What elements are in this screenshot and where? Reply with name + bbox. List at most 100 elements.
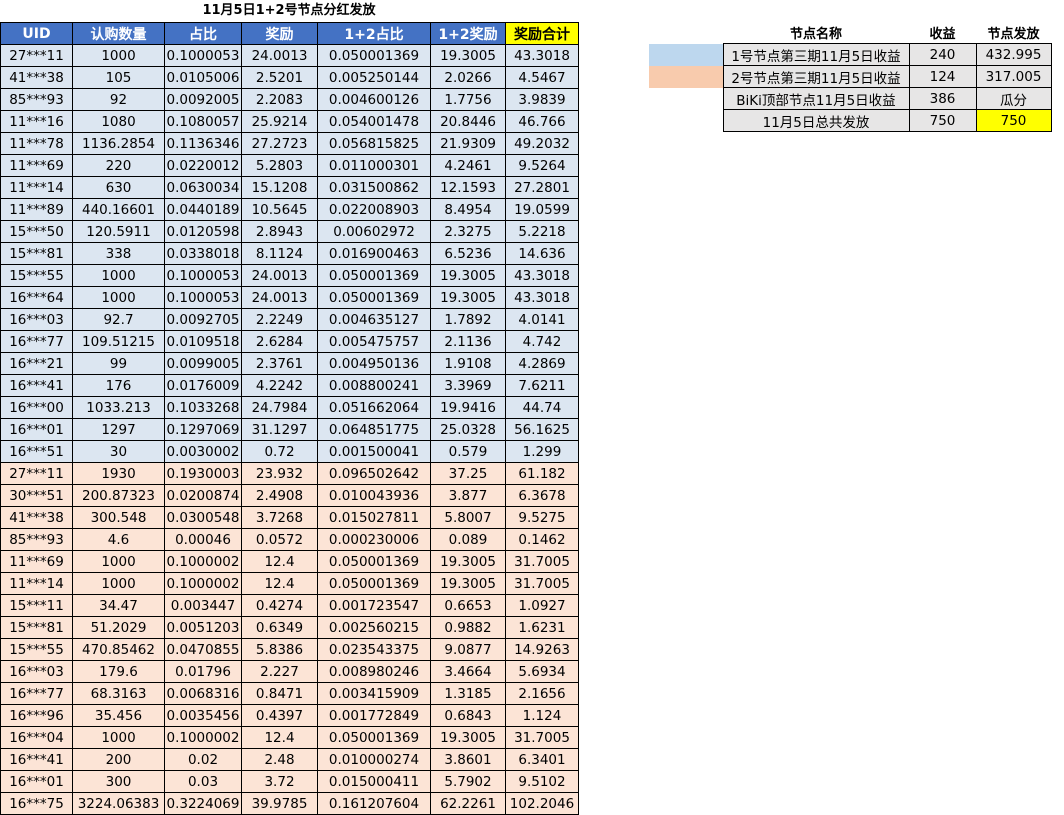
cell-ratio[interactable]: 0.0030002 — [164, 440, 242, 463]
cell-uid[interactable]: 16***01 — [0, 418, 73, 441]
cell-uid[interactable]: 15***55 — [0, 264, 73, 287]
cell-reward[interactable]: 2.227 — [241, 660, 318, 683]
cell-combined-ratio[interactable]: 0.004950136 — [317, 352, 431, 375]
cell-reward[interactable]: 24.0013 — [241, 44, 318, 67]
cell-reward[interactable]: 25.9214 — [241, 110, 318, 133]
cell-reward-total[interactable]: 31.7005 — [505, 572, 579, 595]
cell-combined-reward[interactable]: 1.9108 — [430, 352, 506, 375]
cell-uid[interactable]: 11***14 — [0, 176, 73, 199]
cell-reward-total[interactable]: 9.5264 — [505, 154, 579, 177]
cell-reward-total[interactable]: 102.2046 — [505, 792, 579, 815]
cell-amount[interactable]: 176 — [72, 374, 165, 397]
cell-combined-reward[interactable]: 2.3275 — [430, 220, 506, 243]
cell-reward[interactable]: 12.4 — [241, 550, 318, 573]
cell-ratio[interactable]: 0.0092005 — [164, 88, 242, 111]
cell-amount[interactable]: 3224.06383 — [72, 792, 165, 815]
cell-reward[interactable]: 2.6284 — [241, 330, 318, 353]
cell-reward-total[interactable]: 56.1625 — [505, 418, 579, 441]
cell-combined-reward[interactable]: 21.9309 — [430, 132, 506, 155]
cell-reward[interactable]: 12.4 — [241, 572, 318, 595]
cell-combined-reward[interactable]: 5.7902 — [430, 770, 506, 793]
cell-ratio[interactable]: 0.1000053 — [164, 286, 242, 309]
cell-uid[interactable]: 11***69 — [0, 154, 73, 177]
cell-uid[interactable]: 16***96 — [0, 704, 73, 727]
cell-reward[interactable]: 0.4274 — [241, 594, 318, 617]
cell-amount[interactable]: 30 — [72, 440, 165, 463]
cell-combined-reward[interactable]: 3.8601 — [430, 748, 506, 771]
cell-combined-reward[interactable]: 62.2261 — [430, 792, 506, 815]
cell-ratio[interactable]: 0.3224069 — [164, 792, 242, 815]
summary-cell-name[interactable]: 1号节点第三期11月5日收益 — [722, 43, 910, 66]
cell-combined-reward[interactable]: 20.8446 — [430, 110, 506, 133]
summary-cell-income[interactable]: 240 — [908, 43, 977, 66]
cell-combined-reward[interactable]: 0.6843 — [430, 704, 506, 727]
cell-amount[interactable]: 1000 — [72, 726, 165, 749]
cell-combined-ratio[interactable]: 0.064851775 — [317, 418, 431, 441]
cell-reward[interactable]: 4.2242 — [241, 374, 318, 397]
cell-ratio[interactable]: 0.1000002 — [164, 550, 242, 573]
cell-combined-ratio[interactable]: 0.001772849 — [317, 704, 431, 727]
cell-combined-reward[interactable]: 19.3005 — [430, 44, 506, 67]
cell-amount[interactable]: 1136.2854 — [72, 132, 165, 155]
cell-combined-ratio[interactable]: 0.050001369 — [317, 550, 431, 573]
cell-amount[interactable]: 92 — [72, 88, 165, 111]
summary-cell-income[interactable]: 386 — [908, 87, 977, 110]
cell-ratio[interactable]: 0.01796 — [164, 660, 242, 683]
cell-combined-reward[interactable]: 2.0266 — [430, 66, 506, 89]
cell-reward-total[interactable]: 46.766 — [505, 110, 579, 133]
cell-combined-reward[interactable]: 4.2461 — [430, 154, 506, 177]
cell-amount[interactable]: 1930 — [72, 462, 165, 485]
cell-reward[interactable]: 31.1297 — [241, 418, 318, 441]
cell-combined-ratio[interactable]: 0.050001369 — [317, 726, 431, 749]
cell-combined-reward[interactable]: 19.3005 — [430, 264, 506, 287]
cell-combined-ratio[interactable]: 0.010043936 — [317, 484, 431, 507]
cell-uid[interactable]: 16***77 — [0, 330, 73, 353]
summary-cell-income[interactable]: 124 — [908, 65, 977, 88]
cell-uid[interactable]: 85***93 — [0, 88, 73, 111]
cell-combined-reward[interactable]: 25.0328 — [430, 418, 506, 441]
cell-reward[interactable]: 0.8471 — [241, 682, 318, 705]
cell-reward-total[interactable]: 14.9263 — [505, 638, 579, 661]
cell-amount[interactable]: 105 — [72, 66, 165, 89]
cell-reward-total[interactable]: 4.2869 — [505, 352, 579, 375]
cell-ratio[interactable]: 0.0440189 — [164, 198, 242, 221]
cell-amount[interactable]: 109.51215 — [72, 330, 165, 353]
cell-uid[interactable]: 16***77 — [0, 682, 73, 705]
cell-uid[interactable]: 16***64 — [0, 286, 73, 309]
column-header-ratio[interactable]: 占比 — [164, 22, 242, 45]
cell-combined-reward[interactable]: 8.4954 — [430, 198, 506, 221]
summary-cell-payout[interactable]: 432.995 — [975, 43, 1052, 66]
cell-amount[interactable]: 338 — [72, 242, 165, 265]
cell-ratio[interactable]: 0.0176009 — [164, 374, 242, 397]
cell-reward[interactable]: 10.5645 — [241, 198, 318, 221]
column-header-amount[interactable]: 认购数量 — [72, 22, 165, 45]
cell-uid[interactable]: 16***04 — [0, 726, 73, 749]
cell-combined-reward[interactable]: 1.7892 — [430, 308, 506, 331]
cell-reward[interactable]: 24.7984 — [241, 396, 318, 419]
cell-reward[interactable]: 3.7268 — [241, 506, 318, 529]
cell-combined-ratio[interactable]: 0.015000411 — [317, 770, 431, 793]
cell-combined-reward[interactable]: 37.25 — [430, 462, 506, 485]
summary-cell-name[interactable]: BiKi顶部节点11月5日收益 — [722, 87, 910, 110]
cell-reward-total[interactable]: 27.2801 — [505, 176, 579, 199]
cell-uid[interactable]: 15***81 — [0, 242, 73, 265]
cell-amount[interactable]: 4.6 — [72, 528, 165, 551]
cell-reward-total[interactable]: 3.9839 — [505, 88, 579, 111]
cell-ratio[interactable]: 0.0099005 — [164, 352, 242, 375]
cell-reward[interactable]: 0.0572 — [241, 528, 318, 551]
cell-reward-total[interactable]: 5.2218 — [505, 220, 579, 243]
cell-reward[interactable]: 23.932 — [241, 462, 318, 485]
cell-combined-reward[interactable]: 2.1136 — [430, 330, 506, 353]
cell-reward-total[interactable]: 43.3018 — [505, 286, 579, 309]
cell-amount[interactable]: 99 — [72, 352, 165, 375]
cell-ratio[interactable]: 0.0051203 — [164, 616, 242, 639]
cell-combined-ratio[interactable]: 0.004635127 — [317, 308, 431, 331]
cell-reward-total[interactable]: 4.0141 — [505, 308, 579, 331]
cell-uid[interactable]: 41***38 — [0, 506, 73, 529]
cell-combined-ratio[interactable]: 0.000230006 — [317, 528, 431, 551]
cell-reward[interactable]: 2.4908 — [241, 484, 318, 507]
cell-ratio[interactable]: 0.0200874 — [164, 484, 242, 507]
summary-cell-income[interactable]: 750 — [908, 109, 977, 132]
cell-combined-reward[interactable]: 19.3005 — [430, 726, 506, 749]
cell-reward-total[interactable]: 6.3678 — [505, 484, 579, 507]
